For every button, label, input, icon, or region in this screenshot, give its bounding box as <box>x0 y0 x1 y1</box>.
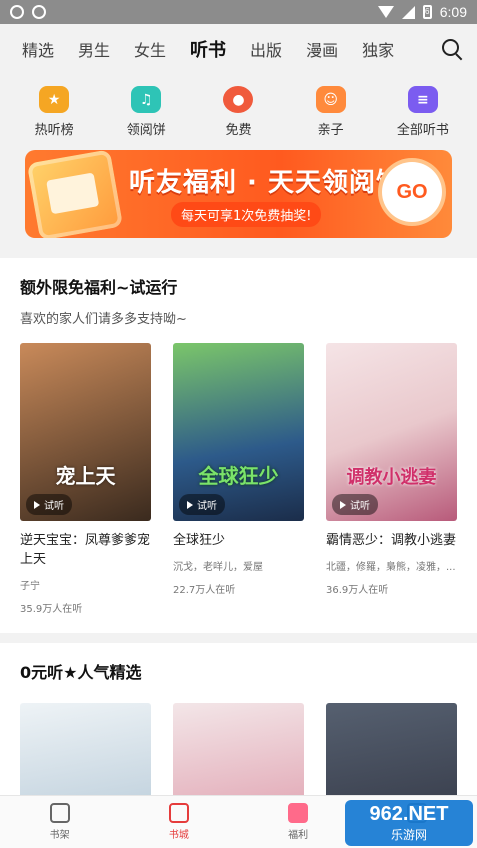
status-left <box>10 5 46 19</box>
book-author: 子宁 <box>20 581 40 592</box>
cover-title: 宠上天 <box>55 464 116 488</box>
section-title: 额外限免福利~试运行 <box>20 278 178 297</box>
preview-badge[interactable]: 试听 <box>332 494 378 515</box>
tab-featured[interactable]: 精选 <box>22 37 54 61</box>
battery-icon: 6 <box>422 5 432 19</box>
category-row: ★ 热听榜 ♫ 领阅饼 ● 免费 ☺ 亲子 ≡ 全部听书 <box>0 74 477 138</box>
book-title[interactable]: 逆天宝宝：凤尊爹爹宠上天 <box>20 531 151 569</box>
go-button[interactable]: GO <box>382 162 442 222</box>
category-label: 全部听书 <box>396 123 449 138</box>
book-cover[interactable]: 宠上天 试听 <box>20 343 151 521</box>
category-label: 免费 <box>225 123 252 138</box>
tab-welfare[interactable]: 福利 <box>268 803 328 841</box>
play-icon <box>34 500 40 509</box>
preview-badge[interactable]: 试听 <box>26 494 72 515</box>
coin-icon: ● <box>223 86 254 113</box>
gift-icon <box>288 803 309 823</box>
promo-banner[interactable]: 听友福利 · 天天领阅饼 每天可享1次免费抽奖! GO <box>25 150 452 238</box>
tab-bookstore[interactable]: 书城 <box>149 803 209 841</box>
preview-badge[interactable]: 试听 <box>179 494 225 515</box>
section-title: 0元听★人气精选 <box>20 663 142 682</box>
bookshelf-icon <box>49 803 70 823</box>
tab-publishing[interactable]: 出版 <box>250 37 282 61</box>
status-bar: 6 6:09 <box>0 0 477 24</box>
clock: 6:09 <box>439 4 467 20</box>
channel-tabs: 精选 男生 女生 听书 出版 漫画 独家 <box>0 24 477 74</box>
listener-count: 36.9万人在听 <box>326 585 389 596</box>
book-card[interactable]: 全球狂少 试听 全球狂少 沉戈，老咩儿，爱屋 22.7万人在听 <box>173 343 304 615</box>
book-author: 北疆，修羅，梟熊，凌雅，... <box>326 562 456 573</box>
search-icon[interactable] <box>441 38 463 60</box>
child-icon: ☺ <box>315 86 346 113</box>
notification-icon <box>32 5 46 19</box>
category-kids[interactable]: ☺ 亲子 <box>291 86 371 138</box>
site-watermark: 962.NET 乐游网 <box>345 800 473 846</box>
section-limited-free: 额外限免福利~试运行 喜欢的家人们请多多支持呦~ 宠上天 试听 逆天宝宝：凤尊爹… <box>0 258 477 633</box>
listener-count: 35.9万人在听 <box>20 604 83 615</box>
tab-exclusive[interactable]: 独家 <box>362 37 394 61</box>
cover-title: 全球狂少 <box>198 464 279 488</box>
tab-label: 福利 <box>288 830 309 841</box>
top-area: 精选 男生 女生 听书 出版 漫画 独家 ★ 热听榜 ♫ 领阅饼 ● 免费 ☺ … <box>0 24 477 244</box>
category-coupon[interactable]: ♫ 领阅饼 <box>106 86 186 138</box>
tab-bookshelf[interactable]: 书架 <box>30 803 90 841</box>
watermark-subtext: 乐游网 <box>390 828 427 842</box>
tab-label: 书城 <box>168 830 189 841</box>
listener-count: 22.7万人在听 <box>173 585 236 596</box>
category-label: 领阅饼 <box>126 123 166 138</box>
preview-label: 试听 <box>197 501 217 512</box>
trophy-icon: ★ <box>39 86 70 113</box>
book-cover[interactable]: 调教小逃妻 试听 <box>326 343 457 521</box>
banner-title: 听友福利 · 天天领阅饼 <box>129 168 403 198</box>
banner-subtitle: 每天可享1次免费抽奖! <box>171 202 322 227</box>
preview-label: 试听 <box>44 501 64 512</box>
category-label: 热听榜 <box>34 123 74 138</box>
tab-audiobook[interactable]: 听书 <box>190 36 226 62</box>
category-all-audiobooks[interactable]: ≡ 全部听书 <box>383 86 463 138</box>
wifi-icon <box>377 6 394 18</box>
section-subtitle: 喜欢的家人们请多多支持呦~ <box>20 312 187 327</box>
book-author: 沉戈，老咩儿，爱屋 <box>173 562 263 573</box>
tab-female[interactable]: 女生 <box>134 37 166 61</box>
notification-icon <box>10 5 24 19</box>
tab-label: 书架 <box>49 830 70 841</box>
category-label: 亲子 <box>317 123 344 138</box>
book-card[interactable]: 宠上天 试听 逆天宝宝：凤尊爹爹宠上天 子宁 35.9万人在听 <box>20 343 151 615</box>
category-free[interactable]: ● 免费 <box>198 86 278 138</box>
tab-male[interactable]: 男生 <box>78 37 110 61</box>
watermark-text: 962.NET <box>369 803 449 825</box>
headphones-icon: ♫ <box>131 86 162 113</box>
preview-label: 试听 <box>350 501 370 512</box>
gift-box-icon <box>26 150 124 238</box>
book-title[interactable]: 全球狂少 <box>173 531 304 550</box>
category-hot-chart[interactable]: ★ 热听榜 <box>14 86 94 138</box>
status-right: 6 6:09 <box>377 4 467 20</box>
book-title[interactable]: 霸情恶少：调教小逃妻 <box>326 531 457 550</box>
tab-comics[interactable]: 漫画 <box>306 37 338 61</box>
cover-title: 调教小逃妻 <box>346 467 437 488</box>
play-icon <box>187 500 193 509</box>
book-cover[interactable]: 全球狂少 试听 <box>173 343 304 521</box>
book-row: 宠上天 试听 逆天宝宝：凤尊爹爹宠上天 子宁 35.9万人在听 全球狂少 试听 … <box>20 343 457 615</box>
play-icon <box>340 500 346 509</box>
signal-icon <box>401 5 415 19</box>
bookstore-icon <box>168 803 189 823</box>
book-audio-icon: ≡ <box>407 86 438 113</box>
book-card[interactable]: 调教小逃妻 试听 霸情恶少：调教小逃妻 北疆，修羅，梟熊，凌雅，... 36.9… <box>326 343 457 615</box>
